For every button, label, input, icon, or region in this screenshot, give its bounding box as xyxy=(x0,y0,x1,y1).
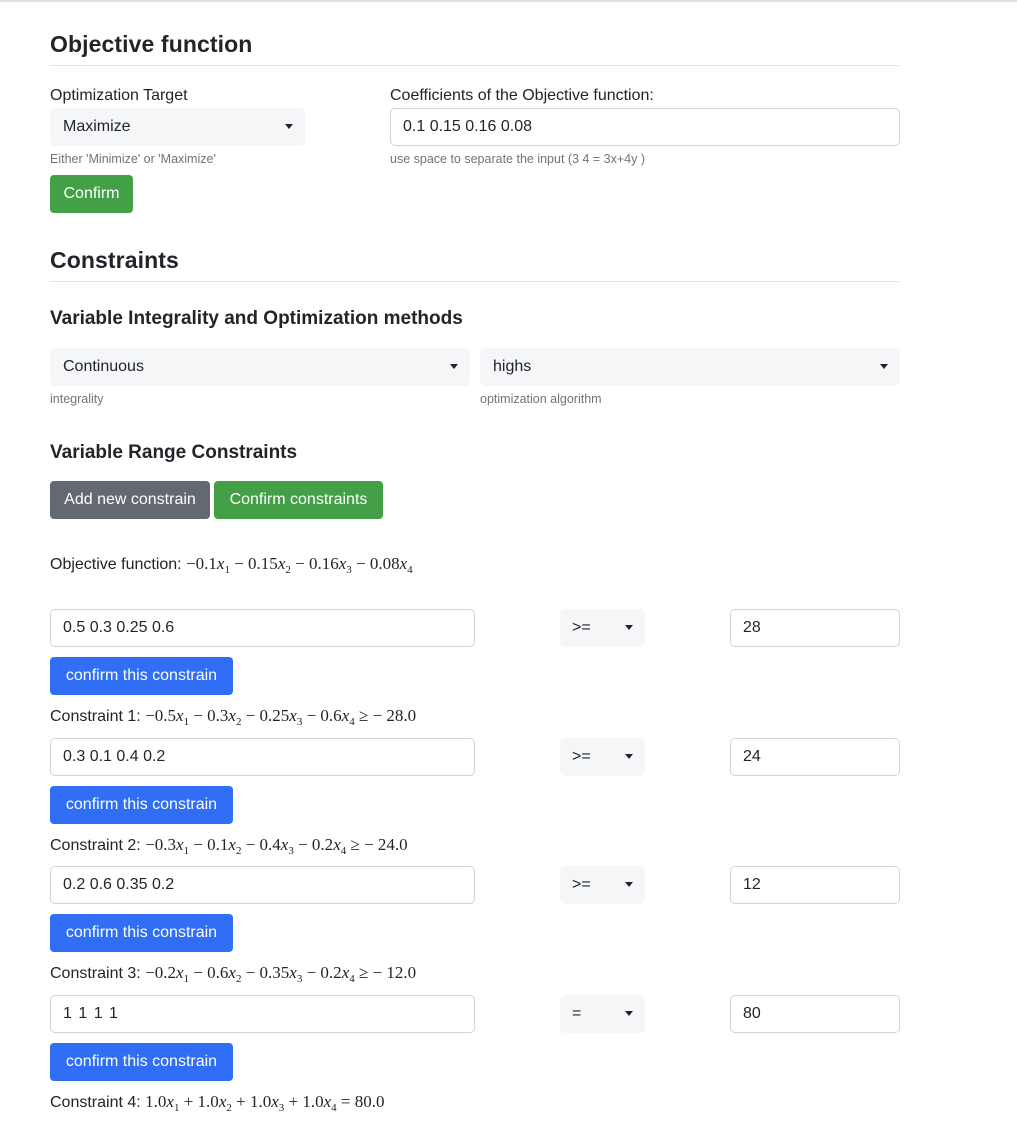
constraint-label: Constraint 4: xyxy=(50,1094,141,1111)
formula-relation: ≥ − 28.0 xyxy=(354,706,417,725)
confirm-this-constraint-button[interactable]: confirm this constrain xyxy=(50,786,233,824)
objective-section-title: Objective function xyxy=(50,31,253,57)
caret-down-icon xyxy=(450,364,458,369)
formula-relation: ≥ − 12.0 xyxy=(354,963,417,982)
confirm-constraints-button[interactable]: Confirm constraints xyxy=(214,481,383,519)
objective-coefficients-input[interactable]: 0.1 0.15 0.16 0.08 xyxy=(390,108,900,146)
constraint-coefficients-input[interactable]: 1 1 1 1 xyxy=(50,995,475,1033)
optimization-target-label: Optimization Target xyxy=(50,87,188,104)
constraint-display: Constraint 4: 1.0x1 + 1.0x2 + 1.0x3 + 1.… xyxy=(50,1092,384,1114)
formula-term: 1.0x1 xyxy=(145,1092,180,1114)
constraint-label: Constraint 2: xyxy=(50,837,141,854)
formula-term: − 0.6x2 xyxy=(189,963,242,985)
optimization-target-select[interactable]: Maximize xyxy=(50,108,305,146)
formula-term: −0.5x1 xyxy=(145,706,190,728)
divider xyxy=(50,281,900,282)
constraint-rhs-input[interactable]: 24 xyxy=(730,738,900,776)
range-constraints-title: Variable Range Constraints xyxy=(50,442,298,463)
caret-down-icon xyxy=(625,1011,633,1016)
formula-term: − 0.1x2 xyxy=(189,835,242,857)
constraint-operator-value: >= xyxy=(572,876,591,893)
confirm-this-constraint-button[interactable]: confirm this constrain xyxy=(50,1043,233,1081)
formula-term: − 0.4x3 xyxy=(241,835,294,857)
constraints-section-title: Constraints xyxy=(50,247,179,273)
constraint-coefficients-input[interactable]: 0.2 0.6 0.35 0.2 xyxy=(50,866,475,904)
formula-term: + 1.0x4 xyxy=(284,1092,337,1114)
constraint-display: Constraint 2: −0.3x1 − 0.1x2 − 0.4x3 − 0… xyxy=(50,835,408,857)
caret-down-icon xyxy=(285,124,293,129)
constraint-rhs-input[interactable]: 28 xyxy=(730,609,900,647)
formula-term: − 0.2x4 xyxy=(302,963,355,985)
optimization-target-value: Maximize xyxy=(63,118,131,135)
constraint-formula: 1.0x1 + 1.0x2 + 1.0x3 + 1.0x4 = 80.0 xyxy=(145,1092,385,1114)
formula-term: − 0.16x3 xyxy=(290,554,352,576)
constraint-operator-value: >= xyxy=(572,619,591,636)
constraint-operator-select[interactable]: = xyxy=(560,995,645,1033)
constraint-label: Constraint 1: xyxy=(50,708,141,725)
coefficients-help: use space to separate the input (3 4 = 3… xyxy=(390,152,646,166)
constraint-operator-value: >= xyxy=(572,748,591,765)
caret-down-icon xyxy=(880,364,888,369)
formula-term: + 1.0x2 xyxy=(179,1092,232,1114)
algorithm-value: highs xyxy=(493,358,532,375)
integrality-select[interactable]: Continuous xyxy=(50,348,470,386)
integrality-value: Continuous xyxy=(63,358,144,375)
constraint-operator-select[interactable]: >= xyxy=(560,738,645,776)
formula-term: − 0.35x3 xyxy=(241,963,303,985)
formula-term: − 0.3x2 xyxy=(189,706,242,728)
constraint-operator-select[interactable]: >= xyxy=(560,609,645,647)
caret-down-icon xyxy=(625,754,633,759)
formula-term: − 0.2x4 xyxy=(293,835,347,857)
objective-function-display: Objective function: −0.1x1 − 0.15x2 − 0.… xyxy=(50,554,413,576)
confirm-objective-button[interactable]: Confirm xyxy=(50,175,133,213)
constraint-rhs-input[interactable]: 80 xyxy=(730,995,900,1033)
objective-formula: −0.1x1 − 0.15x2 − 0.16x3 − 0.08x4 xyxy=(186,554,413,576)
constraint-formula: −0.2x1 − 0.6x2 − 0.35x3 − 0.2x4 ≥ − 12.0 xyxy=(145,963,417,985)
formula-term: −0.2x1 xyxy=(145,963,190,985)
algorithm-select[interactable]: highs xyxy=(480,348,900,386)
constraint-operator-value: = xyxy=(572,1005,582,1022)
constraint-rhs-input[interactable]: 12 xyxy=(730,866,900,904)
formula-term: − 0.25x3 xyxy=(241,706,303,728)
constraint-formula: −0.5x1 − 0.3x2 − 0.25x3 − 0.6x4 ≥ − 28.0 xyxy=(145,706,417,728)
constraint-display: Constraint 3: −0.2x1 − 0.6x2 − 0.35x3 − … xyxy=(50,963,416,985)
constraint-formula: −0.3x1 − 0.1x2 − 0.4x3 − 0.2x4 ≥ − 24.0 xyxy=(145,835,408,857)
divider xyxy=(50,65,900,66)
formula-term: −0.3x1 xyxy=(145,835,190,857)
formula-term: −0.1x1 xyxy=(186,554,230,576)
formula-term: − 0.15x2 xyxy=(229,554,291,576)
constraint-coefficients-input[interactable]: 0.3 0.1 0.4 0.2 xyxy=(50,738,475,776)
constraint-operator-select[interactable]: >= xyxy=(560,866,645,904)
formula-term: − 0.08x4 xyxy=(351,554,413,576)
confirm-this-constraint-button[interactable]: confirm this constrain xyxy=(50,914,233,952)
add-constraint-button[interactable]: Add new constrain xyxy=(50,481,210,519)
coefficients-label: Coefficients of the Objective function: xyxy=(390,87,654,104)
optimization-target-help: Either 'Minimize' or 'Maximize' xyxy=(50,152,216,166)
constraint-display: Constraint 1: −0.5x1 − 0.3x2 − 0.25x3 − … xyxy=(50,706,416,728)
constraint-label: Constraint 3: xyxy=(50,965,141,982)
confirm-this-constraint-button[interactable]: confirm this constrain xyxy=(50,657,233,695)
caret-down-icon xyxy=(625,882,633,887)
constraint-coefficients-input[interactable]: 0.5 0.3 0.25 0.6 xyxy=(50,609,475,647)
caret-down-icon xyxy=(625,625,633,630)
formula-term: + 1.0x3 xyxy=(231,1092,285,1114)
integrality-section-title: Variable Integrality and Optimization me… xyxy=(50,308,463,329)
algorithm-help: optimization algorithm xyxy=(480,392,602,406)
integrality-help: integrality xyxy=(50,392,104,406)
objective-prefix: Objective function: xyxy=(50,556,182,573)
formula-relation: ≥ − 24.0 xyxy=(346,835,408,854)
formula-term: − 0.6x4 xyxy=(302,706,355,728)
formula-relation: = 80.0 xyxy=(336,1092,385,1111)
